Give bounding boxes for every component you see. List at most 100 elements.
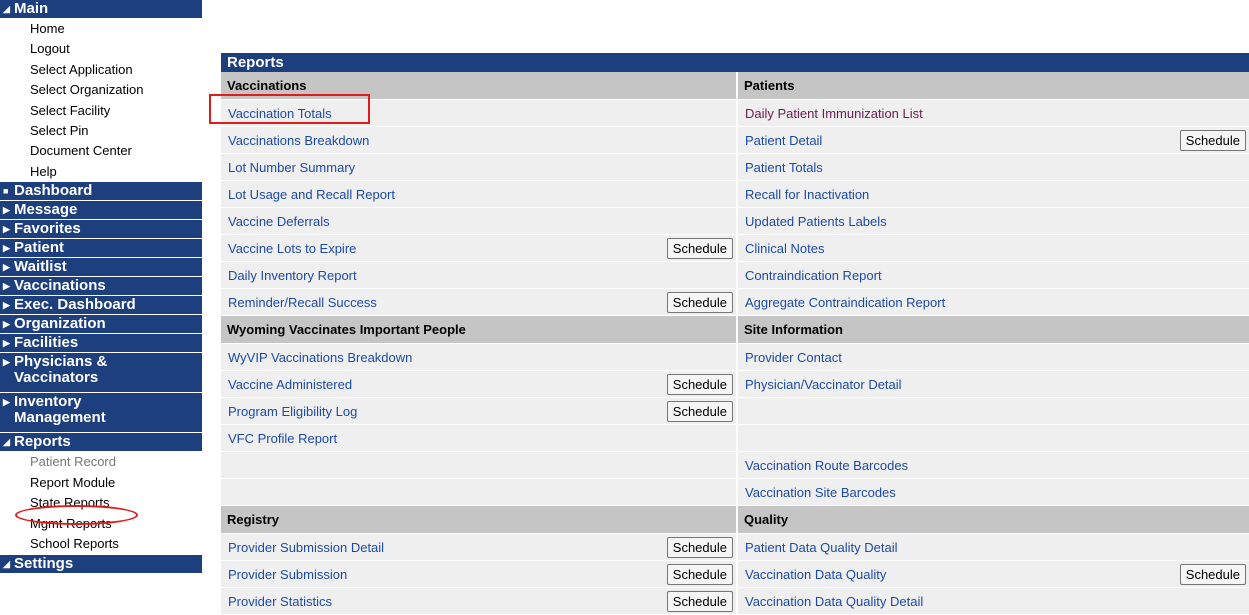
sidebar-item-logout[interactable]: Logout: [30, 39, 202, 59]
sidebar-item-school-reports[interactable]: School Reports: [30, 534, 202, 555]
report-link-clinical-notes[interactable]: Clinical Notes: [745, 241, 824, 256]
schedule-button[interactable]: Schedule: [666, 291, 733, 313]
sidebar-section-main[interactable]: ◢ Main: [0, 0, 202, 19]
schedule-button[interactable]: Schedule: [1179, 563, 1246, 585]
group-header-registry: Registry: [221, 506, 736, 534]
report-row-vaccination-route-barcodes: Vaccination Route Barcodes: [738, 452, 1249, 479]
report-link-lot-usage-and-recall-report[interactable]: Lot Usage and Recall Report: [228, 187, 395, 202]
group-header-quality: Quality: [738, 506, 1249, 534]
report-row-recall-for-inactivation: Recall for Inactivation: [738, 181, 1249, 208]
report-link-contraindication-report[interactable]: Contraindication Report: [745, 268, 882, 283]
report-link-provider-contact[interactable]: Provider Contact: [745, 350, 842, 365]
report-link-vaccination-site-barcodes[interactable]: Vaccination Site Barcodes: [745, 485, 896, 500]
report-link-vaccination-data-quality[interactable]: Vaccination Data Quality: [745, 567, 886, 582]
group-header-site-information: Site Information: [738, 316, 1249, 344]
triangle-right-icon: ▶: [3, 319, 10, 330]
report-link-updated-patients-labels[interactable]: Updated Patients Labels: [745, 214, 887, 229]
report-row-physician-vaccinator-detail: Physician/Vaccinator Detail: [738, 371, 1249, 398]
report-link-recall-for-inactivation[interactable]: Recall for Inactivation: [745, 187, 869, 202]
schedule-button[interactable]: Schedule: [666, 237, 733, 259]
sidebar-item-select-application[interactable]: Select Application: [30, 60, 202, 80]
sidebar-section-facilities[interactable]: ▶ Facilities: [0, 334, 202, 354]
sidebar-section-message[interactable]: ▶ Message: [0, 201, 202, 221]
report-row-patient-detail: Patient Detail Schedule: [738, 127, 1249, 154]
sidebar-section-label: Main: [14, 0, 49, 17]
report-row-updated-patients-labels: Updated Patients Labels: [738, 208, 1249, 235]
schedule-button[interactable]: Schedule: [666, 590, 733, 612]
sidebar-section-physicians-vaccinators[interactable]: ▶ Physicians & Vaccinators: [0, 353, 202, 394]
schedule-button[interactable]: Schedule: [666, 373, 733, 395]
schedule-button[interactable]: Schedule: [1179, 129, 1246, 151]
empty-row: [221, 479, 736, 506]
report-row-aggregate-contraindication-report: Aggregate Contraindication Report: [738, 289, 1249, 316]
sidebar-section-organization[interactable]: ▶ Organization: [0, 315, 202, 335]
report-link-vaccination-data-quality-detail[interactable]: Vaccination Data Quality Detail: [745, 594, 923, 609]
report-link-patient-data-quality-detail[interactable]: Patient Data Quality Detail: [745, 540, 897, 555]
sidebar-section-patient[interactable]: ▶ Patient: [0, 239, 202, 259]
report-row-provider-submission-detail: Provider Submission Detail Schedule: [221, 534, 736, 561]
report-link-vfc-profile-report[interactable]: VFC Profile Report: [228, 431, 337, 446]
triangle-down-icon: ◢: [3, 437, 10, 448]
sidebar-item-select-facility[interactable]: Select Facility: [30, 101, 202, 121]
sidebar-item-select-pin[interactable]: Select Pin: [30, 121, 202, 141]
triangle-down-icon: ◢: [3, 4, 10, 14]
report-link-vaccination-route-barcodes[interactable]: Vaccination Route Barcodes: [745, 458, 908, 473]
sidebar-section-dashboard[interactable]: ■ Dashboard: [0, 182, 202, 202]
highlight-oval: [15, 505, 138, 525]
sidebar-section-label: Vaccinations: [14, 277, 106, 295]
sidebar-section-settings[interactable]: ◢ Settings: [0, 554, 202, 574]
sidebar-item-report-module[interactable]: Report Module: [30, 473, 202, 494]
report-link-vaccine-administered[interactable]: Vaccine Administered: [228, 377, 352, 392]
sidebar-section-reports[interactable]: ◢ Reports: [0, 433, 202, 453]
group-header-label: Vaccinations: [227, 78, 307, 93]
report-row-program-eligibility-log: Program Eligibility Log Schedule: [221, 398, 736, 425]
report-link-patient-detail[interactable]: Patient Detail: [745, 133, 822, 148]
triangle-right-icon: ▶: [3, 357, 10, 368]
report-link-wyvip-vaccinations-breakdown[interactable]: WyVIP Vaccinations Breakdown: [228, 350, 412, 365]
square-icon: ■: [3, 186, 9, 197]
report-row-wyvip-vaccinations-breakdown: WyVIP Vaccinations Breakdown: [221, 344, 736, 371]
report-link-provider-statistics[interactable]: Provider Statistics: [228, 594, 332, 609]
report-link-aggregate-contraindication-report[interactable]: Aggregate Contraindication Report: [745, 295, 945, 310]
sidebar-section-waitlist[interactable]: ▶ Waitlist: [0, 258, 202, 278]
reports-left-column: Vaccinations Vaccination Totals Vaccinatio…: [221, 72, 736, 615]
report-row-provider-contact: Provider Contact: [738, 344, 1249, 371]
report-link-daily-inventory-report[interactable]: Daily Inventory Report: [228, 268, 357, 283]
triangle-right-icon: ▶: [3, 397, 10, 408]
schedule-button[interactable]: Schedule: [666, 563, 733, 585]
report-row-vaccination-data-quality-detail: Vaccination Data Quality Detail: [738, 588, 1249, 615]
sidebar-section-vaccinations[interactable]: ▶ Vaccinations: [0, 277, 202, 297]
report-link-physician-vaccinator-detail[interactable]: Physician/Vaccinator Detail: [745, 377, 902, 392]
sidebar-section-label: Settings: [14, 554, 74, 572]
schedule-button[interactable]: Schedule: [666, 536, 733, 558]
report-link-reminder-recall-success[interactable]: Reminder/Recall Success: [228, 295, 377, 310]
sidebar-section-label: Inventory Management: [14, 393, 106, 427]
sidebar-section-favorites[interactable]: ▶ Favorites: [0, 220, 202, 240]
sidebar-item-home[interactable]: Home: [30, 19, 202, 39]
schedule-button[interactable]: Schedule: [666, 400, 733, 422]
report-link-patient-totals[interactable]: Patient Totals: [745, 160, 823, 175]
report-link-lot-number-summary[interactable]: Lot Number Summary: [228, 160, 355, 175]
report-row-vaccine-lots-to-expire: Vaccine Lots to Expire Schedule: [221, 235, 736, 262]
report-row-daily-inventory-report: Daily Inventory Report: [221, 262, 736, 289]
sidebar-item-select-organization[interactable]: Select Organization: [30, 80, 202, 100]
sidebar-item-document-center[interactable]: Document Center: [30, 141, 202, 161]
triangle-right-icon: ▶: [3, 300, 10, 311]
triangle-right-icon: ▶: [3, 224, 10, 235]
report-link-daily-patient-immunization-list[interactable]: Daily Patient Immunization List: [745, 106, 923, 121]
report-link-vaccinations-breakdown[interactable]: Vaccinations Breakdown: [228, 133, 369, 148]
sidebar-section-inventory-management[interactable]: ▶ Inventory Management: [0, 393, 202, 434]
report-link-provider-submission[interactable]: Provider Submission: [228, 567, 347, 582]
report-row-contraindication-report: Contraindication Report: [738, 262, 1249, 289]
report-row-reminder-recall-success: Reminder/Recall Success Schedule: [221, 289, 736, 316]
report-link-vaccine-lots-to-expire[interactable]: Vaccine Lots to Expire: [228, 241, 356, 256]
sidebar-section-exec-dashboard[interactable]: ▶ Exec. Dashboard: [0, 296, 202, 316]
report-link-provider-submission-detail[interactable]: Provider Submission Detail: [228, 540, 384, 555]
report-row-provider-submission: Provider Submission Schedule: [221, 561, 736, 588]
report-link-program-eligibility-log[interactable]: Program Eligibility Log: [228, 404, 357, 419]
report-link-vaccine-deferrals[interactable]: Vaccine Deferrals: [228, 214, 330, 229]
sidebar-item-help[interactable]: Help: [30, 162, 202, 182]
triangle-right-icon: ▶: [3, 243, 10, 254]
report-row-vaccine-deferrals: Vaccine Deferrals: [221, 208, 736, 235]
sidebar-item-patient-record: Patient Record: [30, 454, 116, 470]
